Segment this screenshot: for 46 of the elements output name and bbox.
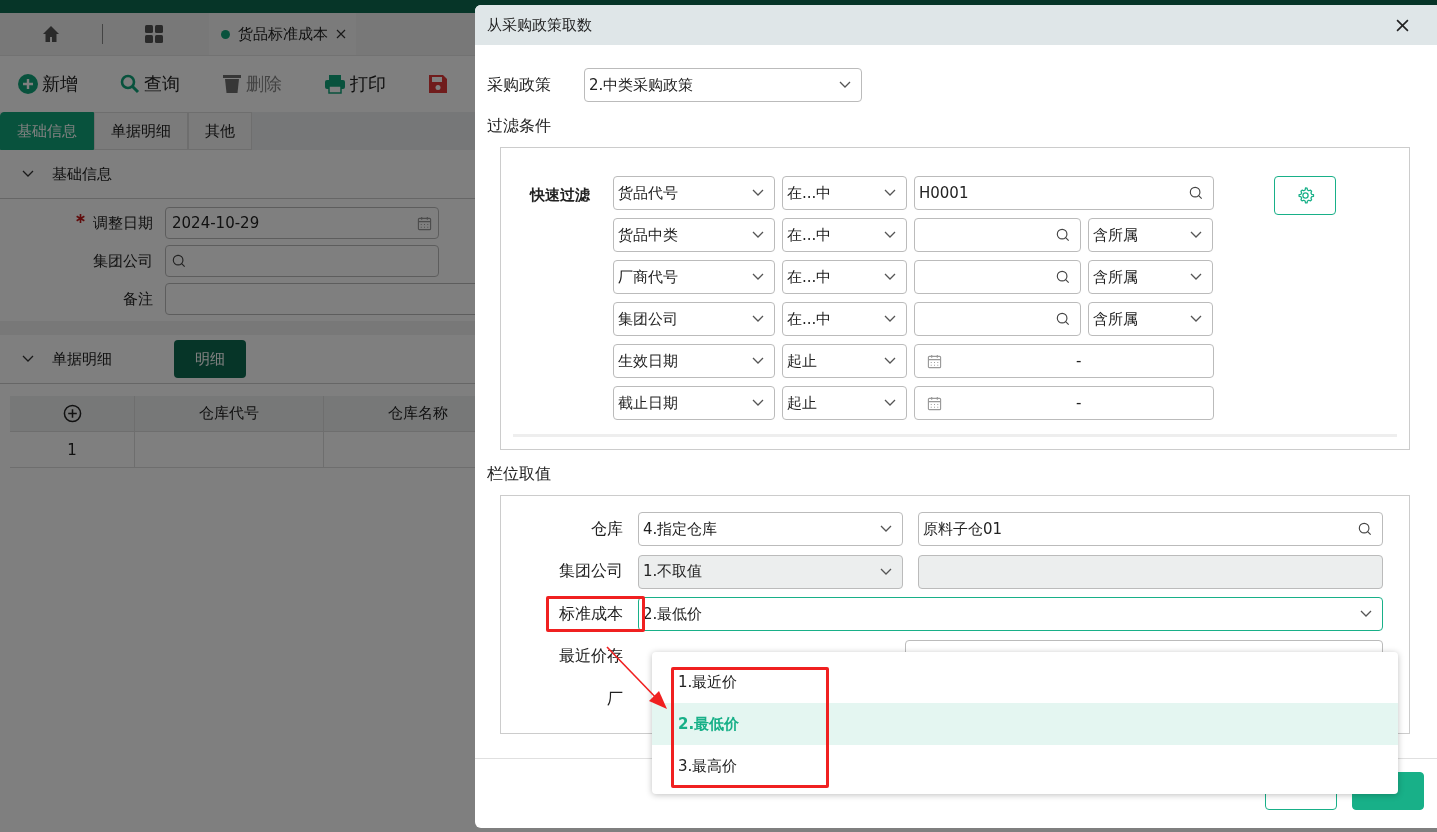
field-label: 集团公司 — [92, 251, 154, 271]
field-select[interactable]: 截止日期 — [613, 386, 775, 420]
search-field[interactable]: H0001 — [914, 176, 1214, 210]
dropdown-option[interactable]: 3.最高价 — [652, 745, 1398, 787]
search-field[interactable]: 原料子仓01 — [918, 512, 1383, 546]
detail-button[interactable]: 明细 — [174, 340, 246, 378]
field-select[interactable]: 货品代号 — [613, 176, 775, 210]
print-button[interactable]: 打印 — [324, 72, 386, 96]
field-select[interactable]: 货品中类 — [613, 218, 775, 252]
field-label: 厂 — [606, 688, 623, 710]
field-label: 集团公司 — [558, 561, 623, 582]
section-title: 栏位取值 — [487, 464, 552, 485]
date-range-field[interactable]: - — [914, 386, 1214, 420]
field-label: 备注 — [122, 289, 154, 309]
field-select[interactable]: 厂商代号 — [613, 260, 775, 294]
scope-select[interactable]: 含所属 — [1088, 218, 1213, 252]
field-select[interactable]: 生效日期 — [613, 344, 775, 378]
policy-select[interactable]: 2.中类采购政策 — [584, 68, 862, 102]
operator-select[interactable]: 在...中 — [782, 260, 907, 294]
operator-select[interactable]: 起止 — [782, 344, 907, 378]
field-select[interactable]: 集团公司 — [613, 302, 775, 336]
scope-select[interactable]: 含所属 — [1088, 260, 1213, 294]
form-tab[interactable]: 单据明细 — [94, 112, 188, 150]
add-button[interactable]: 新增 — [18, 72, 78, 96]
operator-select[interactable]: 在...中 — [782, 218, 907, 252]
dropdown-option[interactable]: 1.最近价 — [652, 661, 1398, 703]
quick-filter-label: 快速过滤 — [528, 185, 591, 205]
field-label: 调整日期 — [92, 213, 154, 233]
field-label: 仓库 — [590, 518, 623, 540]
value-select[interactable]: 4.指定仓库 — [638, 512, 903, 546]
operator-select[interactable]: 起止 — [782, 386, 907, 420]
section-title: 过滤条件 — [487, 116, 552, 137]
row-number: 1 — [10, 432, 135, 468]
section-title: 单据明细 — [52, 349, 113, 369]
dialog-title: 从采购政策取数 — [487, 15, 592, 35]
form-tab[interactable]: 其他 — [188, 112, 252, 150]
field-label: 采购政策 — [487, 74, 552, 96]
operator-select[interactable]: 在...中 — [782, 176, 907, 210]
section-title: 基础信息 — [52, 164, 112, 184]
scope-select[interactable]: 含所属 — [1088, 302, 1213, 336]
operator-select[interactable]: 在...中 — [782, 302, 907, 336]
table-header-cell: 仓库代号 — [135, 396, 324, 432]
search-button[interactable]: 查询 — [120, 72, 180, 96]
date-range-field[interactable]: - — [914, 344, 1214, 378]
date-field[interactable]: 2024-10-29 — [165, 207, 439, 239]
field-label: 标准成本 — [558, 603, 623, 625]
